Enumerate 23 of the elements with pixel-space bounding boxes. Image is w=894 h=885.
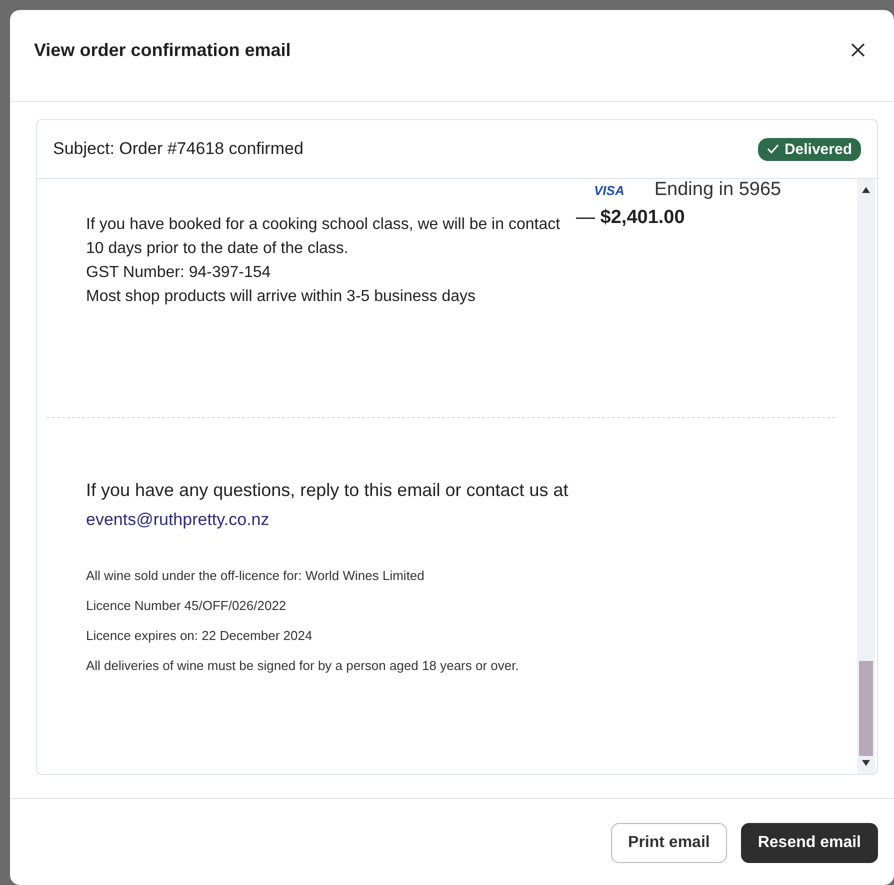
legal-text: Licence Number 45/OFF/026/2022 [86,598,288,613]
scroll-up-icon[interactable] [862,187,870,193]
card-ending: Ending in 5965 [654,179,782,201]
scroll-down-icon[interactable] [862,760,870,766]
close-icon [850,42,866,58]
legal-text: All deliveries of wine must be signed for by a person aged 18 years or over. [86,658,520,673]
dialog-title: View order confirmation email [34,40,291,61]
email-link[interactable]: events@ruthpretty.co.nz [86,510,270,530]
card-brand-logo: VISA [594,182,624,198]
check-icon [767,144,780,154]
note-text: If you have booked for a cooking school class, we will be in contact 10 days prior to the date of the class. [86,215,562,259]
note-text: GST Number: 94-397-154 [86,263,272,283]
scrollbar[interactable] [857,179,875,774]
email-subject: Subject: Order #74618 confirmed [53,139,304,159]
resend-button[interactable]: Resend email [740,823,878,863]
legal-text: Licence expires on: 22 December 2024 [86,628,314,643]
status-badge: Delivered [758,138,861,160]
scrollbar-thumb[interactable] [859,661,873,756]
legal-text: All wine sold under the off-licence for: World Wines Limited [86,568,426,583]
order-amount: — $2,401.00 [576,207,686,229]
contact-text: If you have any questions, reply to this email or contact us at [86,480,570,501]
print-button[interactable]: Print email [611,823,727,863]
note-text: Most shop products will arrive within 3-5 business days [86,287,476,307]
